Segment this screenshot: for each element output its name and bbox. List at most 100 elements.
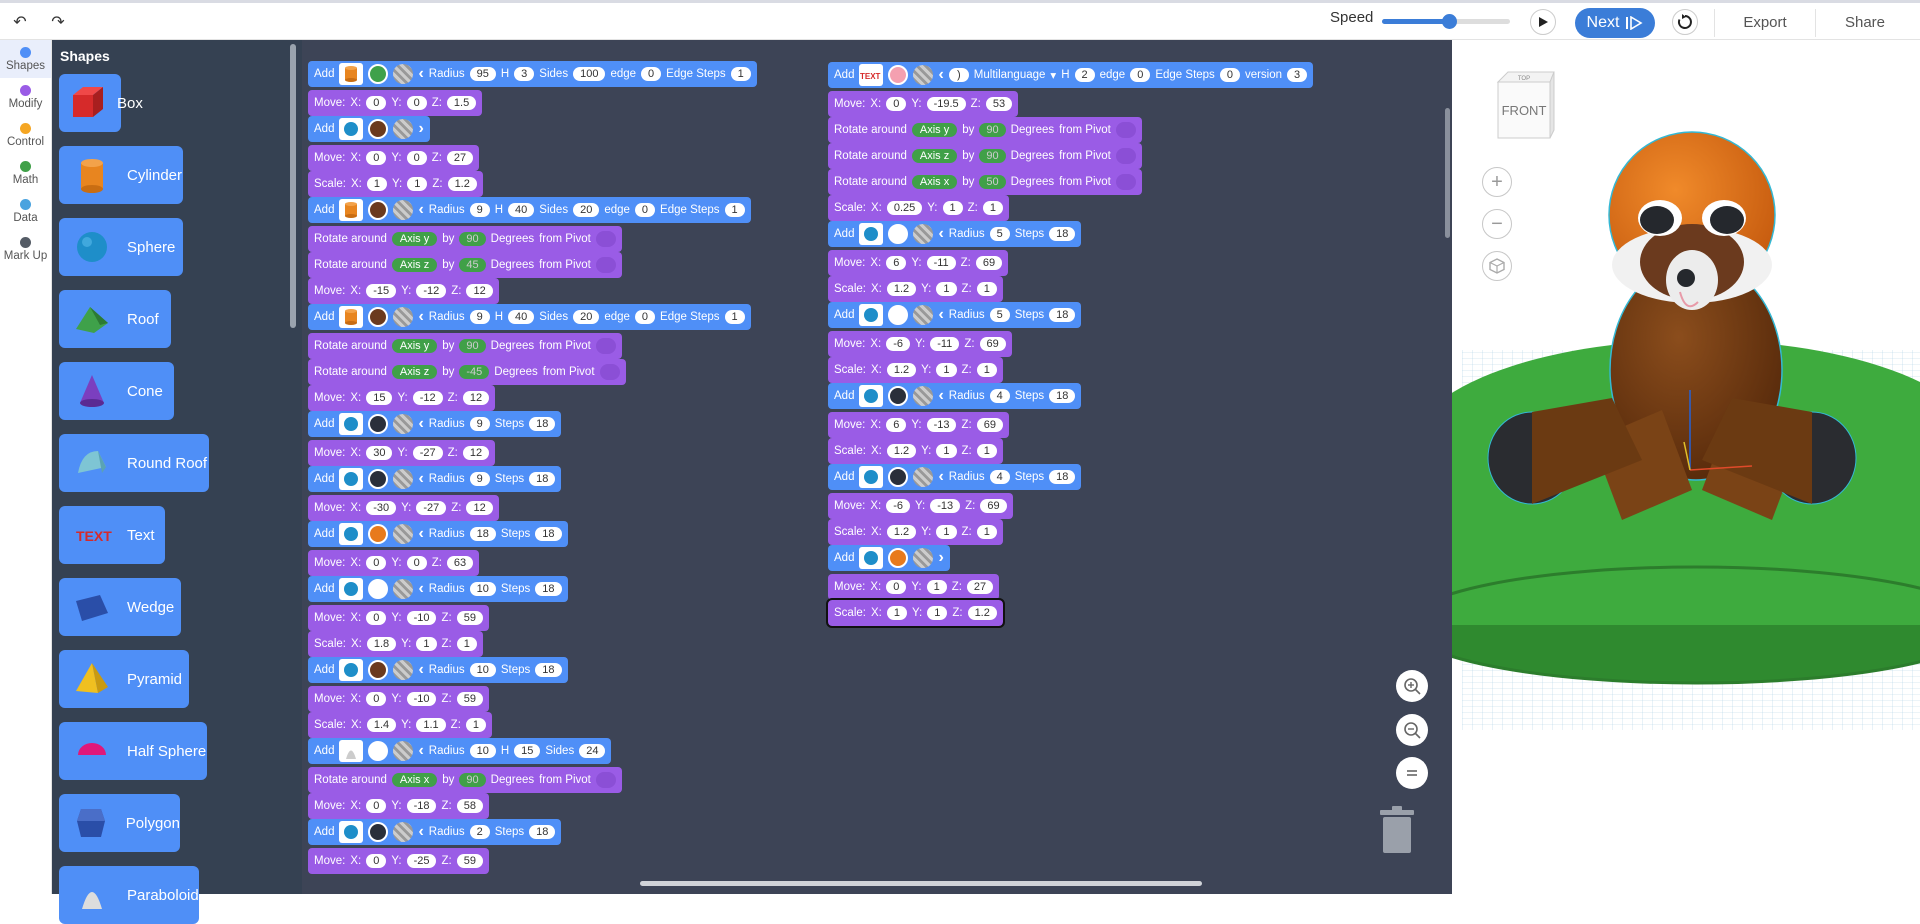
number-field[interactable]: 1.2 (447, 177, 477, 191)
axis-dropdown[interactable]: Axis x (391, 773, 438, 787)
number-field[interactable]: 15 (514, 744, 541, 758)
shape-sphere[interactable]: Sphere (59, 218, 183, 276)
hole-toggle[interactable] (393, 64, 414, 84)
share-button[interactable]: Share (1830, 7, 1900, 37)
add-shape-block[interactable]: Add ‹ Radius 5 Steps 18 (828, 302, 1082, 328)
number-field[interactable]: 3 (1287, 68, 1308, 82)
axis-dropdown[interactable]: Axis y (911, 123, 958, 137)
number-field[interactable]: 6 (886, 418, 907, 432)
number-field[interactable]: 63 (446, 556, 474, 570)
hole-toggle[interactable] (393, 307, 414, 327)
number-field[interactable]: 0 (366, 692, 387, 706)
number-field[interactable]: 10 (469, 582, 496, 596)
add-shape-block[interactable]: Add ‹ Radius 10 Steps 18 (308, 657, 568, 683)
shape-text[interactable]: TEXT Text (59, 506, 165, 564)
rotate-block[interactable]: Rotate around Axis y by 90 Degrees from Pivot (308, 333, 622, 359)
color-swatch[interactable] (888, 467, 909, 487)
number-field[interactable]: -11 (930, 337, 960, 351)
number-field[interactable]: -18 (406, 799, 437, 813)
number-field[interactable]: 0 (641, 67, 662, 81)
hole-toggle[interactable] (393, 822, 414, 842)
move-block[interactable]: Move: X: 0 Y: 1 Z: 27 (828, 574, 1000, 600)
number-field[interactable]: -30 (366, 501, 397, 515)
collapse-chevron-icon[interactable]: ‹ (418, 415, 423, 433)
color-swatch[interactable] (368, 524, 389, 544)
viewport-zoom-out-button[interactable]: − (1482, 209, 1512, 239)
number-field[interactable]: 0.25 (886, 201, 923, 215)
number-field[interactable]: 1 (407, 177, 428, 191)
hole-toggle[interactable] (913, 386, 934, 406)
color-swatch[interactable] (888, 65, 909, 85)
number-field[interactable]: 58 (456, 799, 483, 813)
number-field[interactable]: 15 (366, 391, 393, 405)
expand-chevron-icon[interactable]: › (418, 120, 423, 138)
number-field[interactable]: 69 (976, 418, 1003, 432)
number-field[interactable]: 1 (724, 203, 745, 217)
palette-scrollbar[interactable] (290, 44, 296, 328)
move-block[interactable]: Move: X: 0 Y: 0 Z: 27 (308, 145, 480, 171)
text-field[interactable]: ) (948, 68, 969, 82)
number-field[interactable]: 9 (469, 472, 490, 486)
number-field[interactable]: 0 (634, 203, 656, 217)
hole-toggle[interactable] (393, 200, 414, 220)
move-block[interactable]: Move: X: 0 Y: -10 Z: 59 (308, 686, 489, 712)
scale-block[interactable]: Scale: X: 1.2 Y: 1 Z: 1 (828, 276, 1003, 302)
color-swatch[interactable] (368, 414, 389, 434)
number-field[interactable]: 0 (1219, 68, 1240, 82)
shape-pyramid[interactable]: Pyramid (59, 650, 189, 708)
zoom-in-button[interactable] (1396, 670, 1428, 702)
pivot-slot[interactable] (1115, 122, 1136, 138)
export-button[interactable]: Export (1730, 7, 1800, 37)
number-field[interactable]: 18 (529, 417, 556, 431)
3d-viewport[interactable]: TOP FRONT + − (1452, 40, 1920, 894)
collapse-chevron-icon[interactable]: ‹ (418, 661, 423, 679)
rotate-block[interactable]: Rotate around Axis x by 50 Degrees from Pivot (828, 169, 1142, 195)
viewport-orthographic-button[interactable] (1482, 251, 1512, 281)
number-field[interactable]: 12 (462, 446, 490, 460)
number-field[interactable]: 0 (406, 556, 427, 570)
add-shape-block[interactable]: Add ‹ Radius 10 H 15 Sides 24 (308, 738, 612, 764)
hole-toggle[interactable] (393, 741, 414, 761)
number-field[interactable]: 0 (406, 96, 427, 110)
collapse-chevron-icon[interactable]: ‹ (418, 201, 423, 219)
number-field[interactable]: 1 (936, 444, 957, 458)
number-field[interactable]: -27 (416, 501, 447, 515)
number-field[interactable]: 5 (989, 308, 1010, 322)
degrees-field[interactable]: 90 (459, 232, 486, 246)
number-field[interactable]: 18 (1049, 308, 1076, 322)
number-field[interactable]: -6 (886, 337, 910, 351)
hole-toggle[interactable] (393, 469, 414, 489)
move-block[interactable]: Move: X: 0 Y: -25 Z: 59 (308, 848, 489, 874)
number-field[interactable]: -27 (412, 446, 443, 460)
number-field[interactable]: 1 (936, 363, 957, 377)
move-block[interactable]: Move: X: -6 Y: -11 Z: 69 (828, 331, 1012, 357)
add-shape-block[interactable]: Add › (308, 116, 430, 142)
number-field[interactable]: 0 (886, 580, 907, 594)
degrees-field[interactable]: 90 (979, 123, 1006, 137)
hole-toggle[interactable] (913, 224, 934, 244)
number-field[interactable]: 1.1 (416, 718, 446, 732)
number-field[interactable]: 1 (976, 525, 997, 539)
number-field[interactable]: 1 (730, 67, 751, 81)
number-field[interactable]: 18 (469, 527, 496, 541)
shape-box[interactable]: Box (59, 74, 143, 132)
number-field[interactable]: 59 (456, 611, 483, 625)
code-workspace[interactable]: Add ‹ Radius 95 H 3 Sides 100 edge 0 Edge Steps 1 Mo… (302, 40, 1452, 894)
rotate-block[interactable]: Rotate around Axis z by 45 Degrees from Pivot (308, 252, 622, 278)
collapse-chevron-icon[interactable]: ‹ (418, 470, 423, 488)
number-field[interactable]: 9 (469, 203, 490, 217)
number-field[interactable]: 1 (456, 637, 477, 651)
number-field[interactable]: 18 (1049, 227, 1076, 241)
number-field[interactable]: 1 (886, 606, 907, 620)
shape-round-roof[interactable]: Round Roof (59, 434, 209, 492)
number-field[interactable]: 1.2 (886, 363, 917, 377)
rotate-block[interactable]: Rotate around Axis z by -45 Degrees from Pivo… (308, 359, 626, 385)
number-field[interactable]: -19.5 (926, 97, 966, 111)
number-field[interactable]: 0 (366, 611, 387, 625)
number-field[interactable]: 20 (573, 203, 600, 217)
number-field[interactable]: 0 (366, 799, 387, 813)
shape-cylinder[interactable]: Cylinder (59, 146, 183, 204)
reset-zoom-button[interactable] (1396, 757, 1428, 789)
number-field[interactable]: 9 (469, 310, 490, 324)
color-swatch[interactable] (368, 469, 389, 489)
